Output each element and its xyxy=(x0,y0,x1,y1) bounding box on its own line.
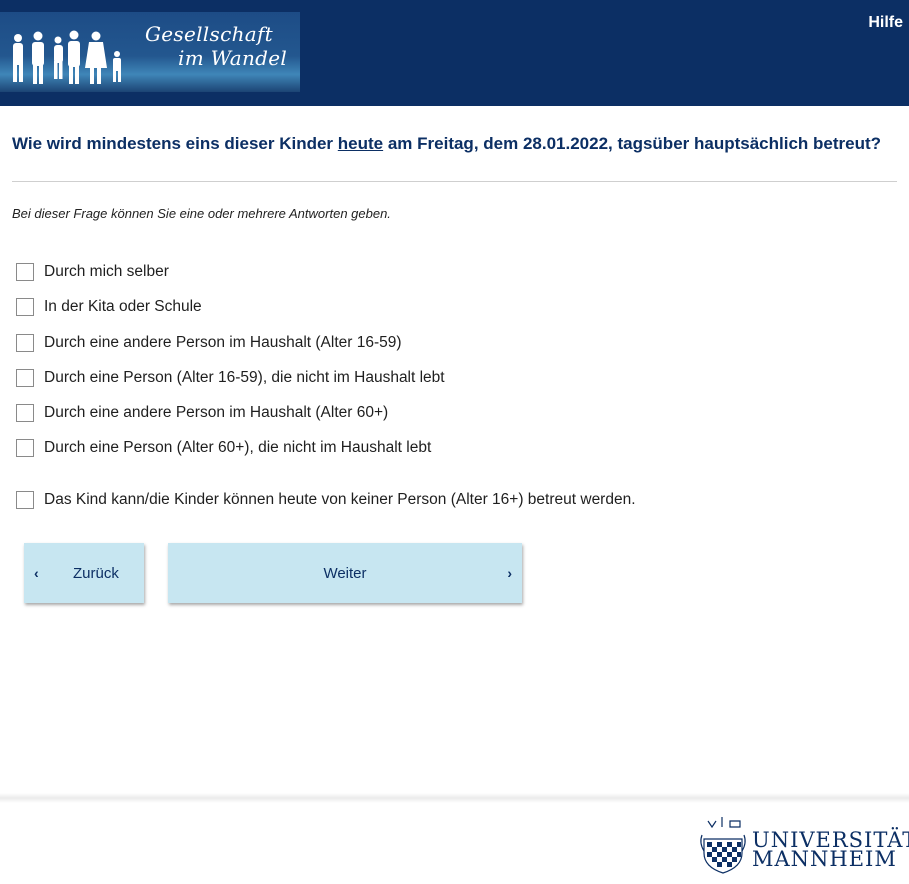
option-durch-mich-selber[interactable]: Durch mich selber xyxy=(16,263,169,281)
chevron-left-icon: ‹ xyxy=(34,565,39,581)
option-kita-oder-schule[interactable]: In der Kita oder Schule xyxy=(16,298,202,316)
logo-text-line1: Gesellschaft xyxy=(145,22,274,46)
gesellschaft-im-wandel-logo: Gesellschaft im Wandel xyxy=(0,12,300,92)
back-button-label: Zurück xyxy=(73,564,119,582)
next-button-label: Weiter xyxy=(323,564,367,582)
divider xyxy=(12,181,897,182)
uni-name-line2: MANNHEIM xyxy=(752,847,897,871)
checkbox[interactable] xyxy=(16,263,34,281)
question-text-part1: Wie wird mindestens eins dieser Kinder xyxy=(12,134,338,153)
universitaet-mannheim-logo: UNIVERSITÄT MANNHEIM xyxy=(698,815,909,875)
option-label: Durch eine andere Person im Haushalt (Al… xyxy=(44,334,402,351)
option-label: In der Kita oder Schule xyxy=(44,298,202,315)
chevron-right-icon: › xyxy=(507,565,512,581)
people-silhouettes-icon xyxy=(13,30,121,84)
checkbox[interactable] xyxy=(16,369,34,387)
option-label: Durch eine andere Person im Haushalt (Al… xyxy=(44,404,389,421)
footer-divider xyxy=(0,793,909,803)
logo-text-line2: im Wandel xyxy=(178,46,288,70)
option-label: Durch eine Person (Alter 16-59), die nic… xyxy=(44,369,445,386)
question-text-part2: am Freitag, dem 28.01.2022, tagsüber hau… xyxy=(383,134,882,153)
help-link[interactable]: Hilfe xyxy=(868,14,903,32)
option-label: Durch mich selber xyxy=(44,263,169,280)
checkbox[interactable] xyxy=(16,404,34,422)
question-text: Wie wird mindestens eins dieser Kinder h… xyxy=(12,134,902,154)
next-button[interactable]: Weiter › xyxy=(168,543,522,603)
option-andere-person-haushalt-60plus[interactable]: Durch eine andere Person im Haushalt (Al… xyxy=(16,404,388,422)
header-bar: Gesellschaft im Wandel Hilfe xyxy=(0,0,909,106)
option-andere-person-haushalt-16-59[interactable]: Durch eine andere Person im Haushalt (Al… xyxy=(16,334,402,352)
answer-hint: Bei dieser Frage können Sie eine oder me… xyxy=(12,206,391,221)
back-button[interactable]: ‹ Zurück xyxy=(24,543,144,603)
option-keine-betreuung[interactable]: Das Kind kann/die Kinder können heute vo… xyxy=(16,491,636,509)
question-emphasis: heute xyxy=(337,134,384,153)
option-label: Das Kind kann/die Kinder können heute vo… xyxy=(44,491,636,508)
option-label: Durch eine Person (Alter 60+), die nicht… xyxy=(44,439,432,456)
checkbox[interactable] xyxy=(16,334,34,352)
university-crest-icon xyxy=(700,817,746,874)
checkbox[interactable] xyxy=(16,491,34,509)
option-person-nicht-haushalt-60plus[interactable]: Durch eine Person (Alter 60+), die nicht… xyxy=(16,439,431,457)
option-person-nicht-haushalt-16-59[interactable]: Durch eine Person (Alter 16-59), die nic… xyxy=(16,369,445,387)
checkbox[interactable] xyxy=(16,298,34,316)
checkbox[interactable] xyxy=(16,439,34,457)
